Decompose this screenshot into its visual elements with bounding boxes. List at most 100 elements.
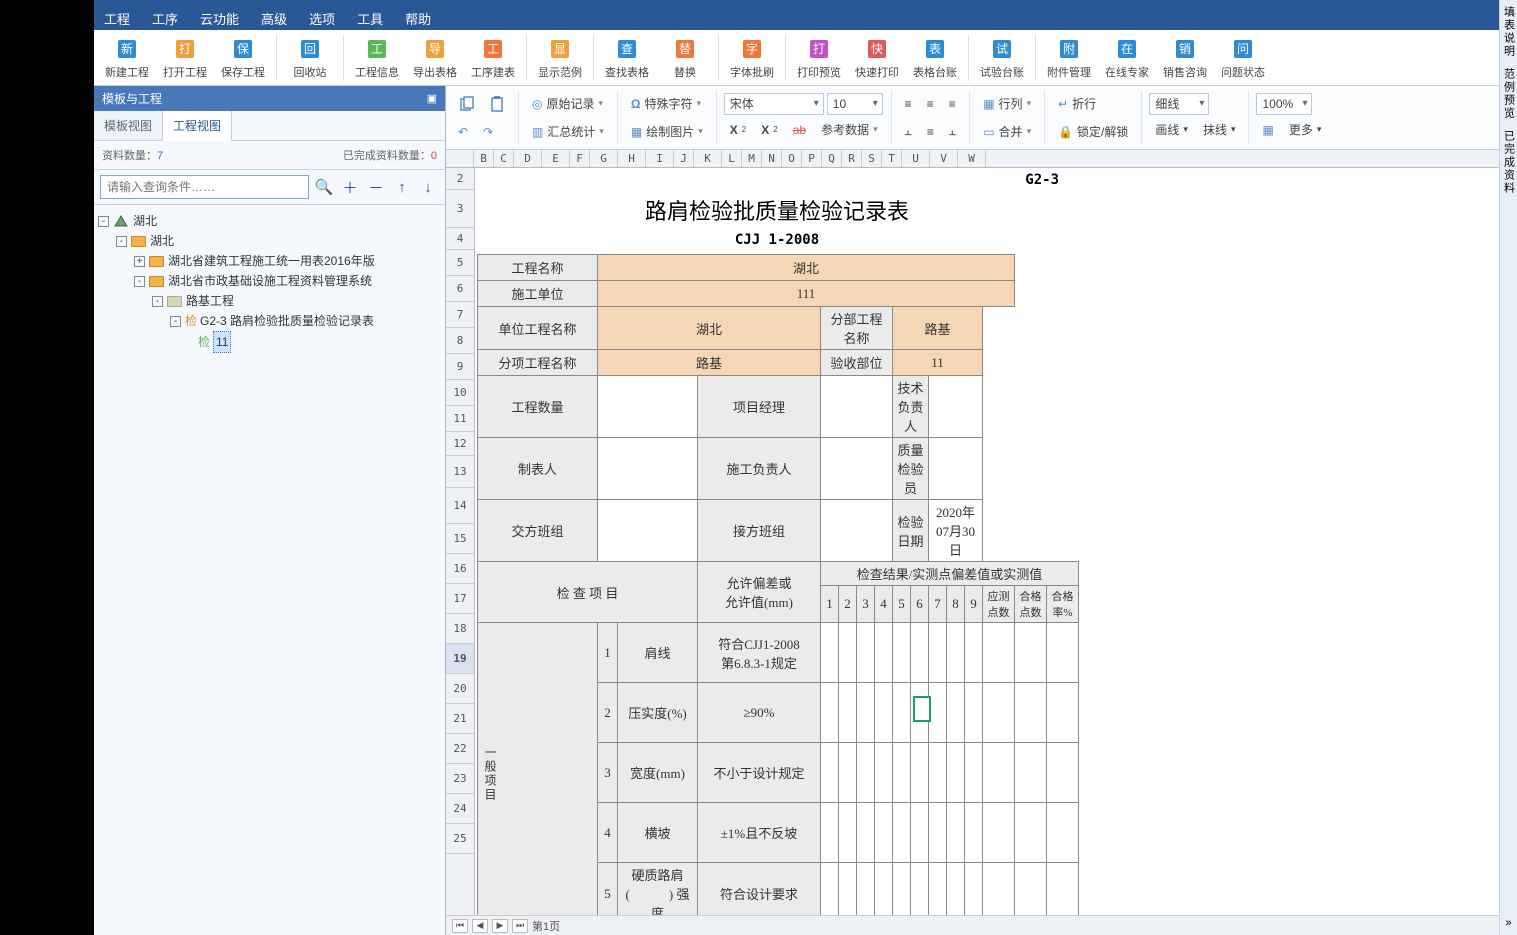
font-combo[interactable]: 宋体 <box>724 93 824 115</box>
tree-root[interactable]: -湖北 <box>98 211 441 231</box>
form-cell[interactable]: 9 <box>965 586 983 623</box>
form-cell[interactable] <box>929 743 947 803</box>
form-cell[interactable] <box>1015 623 1047 683</box>
form-cell[interactable] <box>598 376 698 438</box>
search-icon[interactable]: 🔍 <box>313 176 335 198</box>
redo-icon[interactable]: ↷ <box>477 119 499 145</box>
form-cell[interactable] <box>1047 803 1079 863</box>
form-cell[interactable] <box>983 623 1015 683</box>
add-icon[interactable]: ＋ <box>339 176 361 198</box>
ribbon-ledger1[interactable]: 表表格台账 <box>906 31 964 85</box>
form-cell[interactable] <box>947 743 965 803</box>
row-header[interactable]: 4 <box>446 228 474 250</box>
form-cell[interactable]: 路基 <box>598 350 821 376</box>
form-cell[interactable]: 分项工程名称 <box>478 350 598 376</box>
form-cell[interactable]: 3 <box>857 586 875 623</box>
form-cell[interactable]: 肩线 <box>618 623 698 683</box>
form-cell[interactable]: 横坡 <box>618 803 698 863</box>
col-header[interactable]: G <box>590 150 618 167</box>
form-cell[interactable]: 验收部位 <box>821 350 893 376</box>
form-cell[interactable] <box>929 803 947 863</box>
ribbon-attach[interactable]: 附附件管理 <box>1040 31 1098 85</box>
form-cell[interactable] <box>947 683 965 743</box>
form-cell[interactable]: 一般项目 <box>478 623 598 925</box>
form-cell[interactable] <box>821 438 893 500</box>
col-header[interactable]: I <box>646 150 674 167</box>
form-cell[interactable]: 检查结果/实测点偏差值或实测值 <box>821 562 1079 586</box>
col-header[interactable]: V <box>930 150 958 167</box>
col-header[interactable]: J <box>674 150 694 167</box>
tree-node[interactable]: -湖北 <box>98 231 441 251</box>
col-header[interactable]: R <box>842 150 862 167</box>
form-cell[interactable]: 分部工程名称 <box>821 307 893 350</box>
form-cell[interactable]: 符合CJJ1-2008第6.8.3-1规定 <box>698 623 821 683</box>
rtab-1[interactable]: 填表说明 <box>1501 6 1517 58</box>
col-header[interactable]: S <box>862 150 882 167</box>
row-header[interactable]: 21 <box>446 704 474 734</box>
down-icon[interactable]: ↓ <box>417 176 439 198</box>
paste-icon[interactable] <box>483 91 511 117</box>
form-cell[interactable] <box>893 683 911 743</box>
row-header[interactable]: 5 <box>446 250 474 276</box>
border-style-combo[interactable]: 细线 <box>1149 93 1209 115</box>
more[interactable]: 更多▾ <box>1283 117 1328 143</box>
summary-stat[interactable]: ▥汇总统计▾ <box>526 119 610 145</box>
form-cell[interactable] <box>839 623 857 683</box>
row-header[interactable]: 11 <box>446 406 474 432</box>
form-cell[interactable] <box>929 623 947 683</box>
menu-item[interactable]: 帮助 <box>405 9 431 28</box>
row-header[interactable]: 2 <box>446 168 474 190</box>
form-cell[interactable] <box>821 743 839 803</box>
form-cell[interactable]: 质量检验员 <box>893 438 929 500</box>
row-header[interactable]: 8 <box>446 328 474 354</box>
row-header[interactable]: 14 <box>446 488 474 524</box>
valign-top-icon[interactable]: ⫠ <box>899 119 918 145</box>
form-cell[interactable]: 1 <box>821 586 839 623</box>
form-cell[interactable]: 1 <box>598 623 618 683</box>
undo-icon[interactable]: ↶ <box>452 119 474 145</box>
form-cell[interactable] <box>911 743 929 803</box>
form-cell[interactable] <box>965 803 983 863</box>
original-record[interactable]: ◎原始记录▾ <box>526 91 609 117</box>
grid-icon[interactable]: ▦ <box>1256 117 1279 143</box>
strike-icon[interactable]: ab <box>787 117 812 143</box>
ribbon-trash[interactable]: 回回收站 <box>281 31 339 85</box>
form-cell[interactable] <box>965 623 983 683</box>
col-header[interactable]: F <box>570 150 590 167</box>
form-cell[interactable] <box>947 623 965 683</box>
form-cell[interactable]: 工程数量 <box>478 376 598 438</box>
ribbon-brush[interactable]: 字字体批刷 <box>723 31 781 85</box>
row-header[interactable]: 12 <box>446 432 474 456</box>
col-header[interactable]: P <box>802 150 822 167</box>
form-cell[interactable] <box>857 623 875 683</box>
ribbon-save[interactable]: 保保存工程 <box>214 31 272 85</box>
row-header[interactable]: 17 <box>446 584 474 614</box>
form-cell[interactable] <box>875 803 893 863</box>
valign-mid-icon[interactable]: ≡ <box>921 119 940 145</box>
draw-line[interactable]: 画线▾ <box>1149 117 1194 143</box>
tab-template-view[interactable]: 模板视图 <box>94 111 163 140</box>
tree-node[interactable]: -检G2-3 路肩检验批质量检验记录表 <box>98 311 441 331</box>
form-cell[interactable]: 湖北 <box>598 307 821 350</box>
form-cell[interactable]: 应测点数 <box>983 586 1015 623</box>
form-cell[interactable] <box>965 683 983 743</box>
form-cell[interactable] <box>821 500 893 562</box>
row-header[interactable]: 24 <box>446 794 474 824</box>
form-cell[interactable]: 2 <box>598 683 618 743</box>
form-cell[interactable]: 项目经理 <box>698 376 821 438</box>
pager-prev[interactable]: ◀ <box>472 919 488 933</box>
form-cell[interactable] <box>911 803 929 863</box>
align-left-icon[interactable]: ≡ <box>899 91 918 117</box>
form-cell[interactable] <box>598 500 698 562</box>
row-header[interactable]: 22 <box>446 734 474 764</box>
pager-first[interactable]: ⏮ <box>452 919 468 933</box>
col-header[interactable]: Q <box>822 150 842 167</box>
form-cell[interactable] <box>1047 683 1079 743</box>
up-icon[interactable]: ↑ <box>391 176 413 198</box>
row-header[interactable]: 9 <box>446 354 474 380</box>
erase-line[interactable]: 抹线▾ <box>1197 117 1242 143</box>
menu-item[interactable]: 云功能 <box>200 9 239 28</box>
row-header[interactable]: 19 <box>446 644 474 674</box>
selected-cell[interactable] <box>913 696 931 722</box>
tab-project-view[interactable]: 工程视图 <box>163 111 232 141</box>
